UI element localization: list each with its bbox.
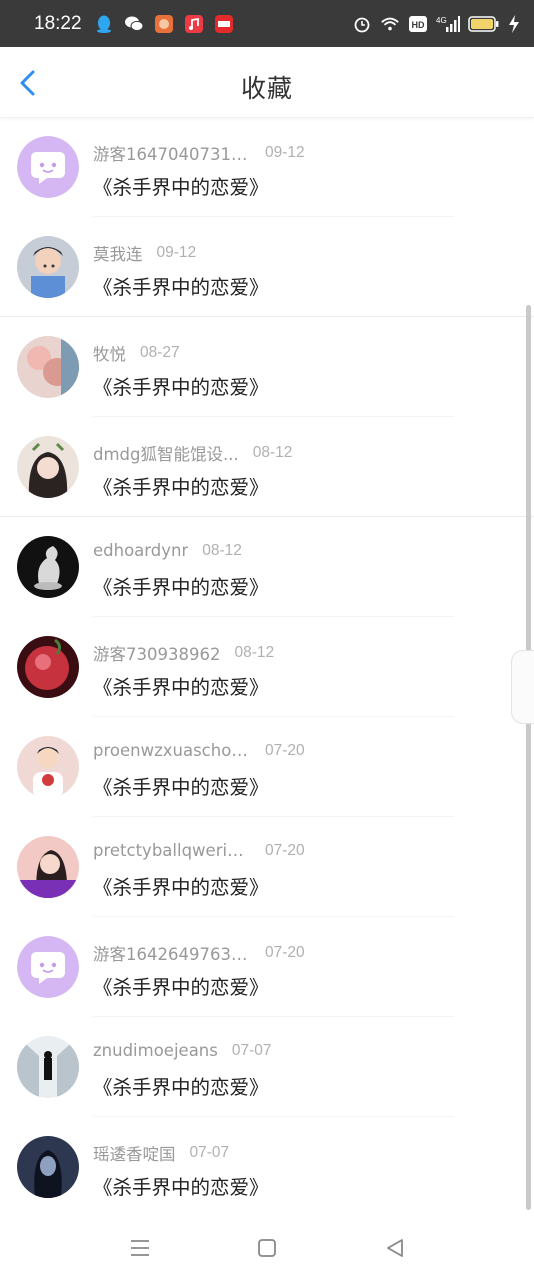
list-item[interactable]: 游客16470407319... 09-12 《杀手界中的恋爱》 (0, 117, 534, 217)
avatar[interactable] (17, 936, 79, 998)
list-item[interactable]: 牧悦 08-27 《杀手界中的恋爱》 (0, 317, 534, 417)
list-item[interactable]: edhoardynr 08-12 《杀手界中的恋爱》 (0, 517, 534, 617)
avatar[interactable] (17, 636, 79, 698)
user-name: proenwzxuaschou... (93, 741, 251, 760)
back-triangle-icon (387, 1239, 403, 1257)
music-icon (184, 14, 204, 34)
list-item[interactable]: 瑶逶香啶国 07-07 《杀手界中的恋爱》 (0, 1117, 534, 1217)
status-time: 18:22 (34, 12, 82, 34)
hd-label: HD (412, 20, 425, 30)
book-title[interactable]: 《杀手界中的恋爱》 (93, 671, 269, 700)
news-icon (214, 14, 234, 34)
book-title[interactable]: 《杀手界中的恋爱》 (93, 371, 269, 400)
book-title[interactable]: 《杀手界中的恋爱》 (93, 571, 269, 600)
navigation-bar (0, 1212, 534, 1280)
item-date: 08-12 (252, 444, 293, 461)
avatar[interactable] (17, 736, 79, 798)
hd-icon: HD (408, 14, 428, 34)
item-date: 07-07 (189, 1144, 230, 1161)
item-date: 08-12 (234, 644, 275, 661)
signal-icon: 4G (436, 14, 460, 34)
notification-icons (94, 14, 234, 34)
wifi-icon (380, 14, 400, 34)
item-date: 07-20 (265, 944, 305, 961)
home-square-icon (258, 1239, 276, 1257)
item-date: 08-12 (202, 541, 242, 559)
network-label: 4G (436, 16, 447, 25)
back-nav-button[interactable] (383, 1236, 407, 1260)
item-date: 09-12 (156, 244, 197, 261)
book-title[interactable]: 《杀手界中的恋爱》 (93, 971, 269, 1000)
list-item[interactable]: 莫我连 09-12 《杀手界中的恋爱》 (0, 217, 534, 317)
list-item[interactable]: proenwzxuaschou... 07-20 《杀手界中的恋爱》 (0, 717, 534, 817)
book-title[interactable]: 《杀手界中的恋爱》 (93, 471, 269, 500)
book-title[interactable]: 《杀手界中的恋爱》 (93, 1071, 269, 1100)
item-date: 07-20 (265, 841, 305, 859)
user-name: 莫我连 (93, 245, 143, 264)
menu-button[interactable] (128, 1236, 152, 1260)
item-date: 07-07 (231, 1041, 272, 1059)
system-icons: HD 4G (352, 14, 520, 34)
user-name: pretctyballqwerinajs (93, 841, 251, 860)
list-item[interactable]: znudimoejeans 07-07 《杀手界中的恋爱》 (0, 1017, 534, 1117)
avatar[interactable] (17, 836, 79, 898)
user-name: 游客16426497635... (93, 945, 251, 964)
book-title[interactable]: 《杀手界中的恋爱》 (93, 171, 269, 200)
battery-icon (468, 14, 500, 34)
avatar[interactable] (17, 1036, 79, 1098)
item-date: 07-20 (265, 741, 305, 759)
book-title[interactable]: 《杀手界中的恋爱》 (93, 871, 269, 900)
user-name: 瑶逶香啶国 (93, 1145, 176, 1164)
qq-icon (94, 14, 114, 34)
side-drawer-handle[interactable] (511, 650, 534, 724)
charging-icon (508, 14, 520, 34)
avatar[interactable] (17, 536, 79, 598)
book-title[interactable]: 《杀手界中的恋爱》 (93, 1171, 269, 1200)
avatar[interactable] (17, 436, 79, 498)
home-button[interactable] (255, 1236, 279, 1260)
status-bar: 18:22 HD 4G (0, 0, 534, 47)
avatar[interactable] (17, 136, 79, 198)
menu-icon (131, 1240, 149, 1256)
user-name: dmdg狐智能馄设... (93, 445, 239, 464)
list-item[interactable]: dmdg狐智能馄设... 08-12 《杀手界中的恋爱》 (0, 417, 534, 517)
avatar[interactable] (17, 336, 79, 398)
header: 收藏 (0, 47, 534, 118)
user-name: znudimoejeans (93, 1041, 218, 1060)
item-date: 09-12 (265, 144, 305, 161)
avatar[interactable] (17, 236, 79, 298)
scrollbar[interactable] (526, 305, 531, 1210)
avatar[interactable] (17, 1136, 79, 1198)
favorites-list: 游客16470407319... 09-12 《杀手界中的恋爱》 莫我连 09-12… (0, 117, 534, 1217)
page-title: 收藏 (240, 74, 293, 103)
book-title[interactable]: 《杀手界中的恋爱》 (93, 771, 269, 800)
list-item[interactable]: 游客730938962 08-12 《杀手界中的恋爱》 (0, 617, 534, 717)
book-title[interactable]: 《杀手界中的恋爱》 (93, 271, 269, 300)
user-name: 牧悦 (93, 345, 126, 364)
user-name: 游客730938962 (93, 645, 221, 664)
list-item[interactable]: pretctyballqwerinajs 07-20 《杀手界中的恋爱》 (0, 817, 534, 917)
game-icon (154, 14, 174, 34)
alarm-icon (352, 14, 372, 34)
user-name: 游客16470407319... (93, 145, 251, 164)
wechat-icon (124, 14, 144, 34)
list-item[interactable]: 游客16426497635... 07-20 《杀手界中的恋爱》 (0, 917, 534, 1017)
user-name: edhoardynr (93, 541, 189, 560)
item-date: 08-27 (140, 344, 180, 361)
